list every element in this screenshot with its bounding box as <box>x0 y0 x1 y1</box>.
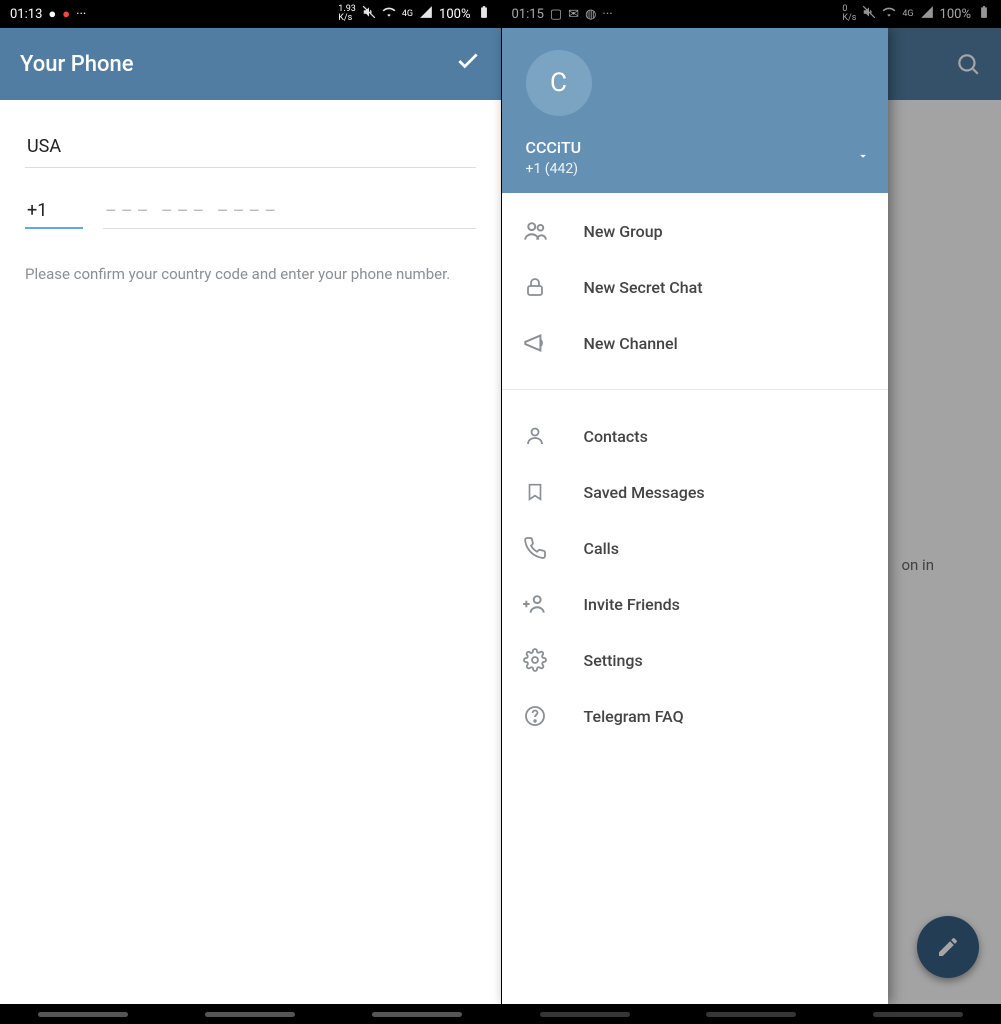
navigation-drawer: C CCCiTU +1 (442) New Group New Secret Ch… <box>502 28 888 1004</box>
appbar: Your Phone <box>0 28 501 100</box>
call-icon <box>522 535 548 561</box>
nav-recent[interactable] <box>38 1012 128 1017</box>
android-navbar <box>0 1004 501 1024</box>
hint-text: Please confirm your country code and ent… <box>25 263 476 286</box>
lock-icon <box>522 274 548 300</box>
menu-item-saved[interactable]: Saved Messages <box>502 464 888 520</box>
account-expand-button[interactable] <box>856 148 870 167</box>
mute-icon <box>362 5 376 23</box>
menu-item-label: New Channel <box>584 334 678 353</box>
menu-item-label: New Secret Chat <box>584 278 703 297</box>
menu-item-label: New Group <box>584 222 663 241</box>
menu-separator <box>502 389 888 390</box>
menu-item-invite[interactable]: Invite Friends <box>502 576 888 632</box>
nav-home[interactable] <box>205 1012 295 1017</box>
confirm-button[interactable] <box>455 48 481 80</box>
invite-icon <box>522 591 548 617</box>
menu-item-label: Saved Messages <box>584 483 705 502</box>
nav-back[interactable] <box>372 1012 462 1017</box>
channel-icon <box>522 330 548 356</box>
saved-icon <box>522 479 548 505</box>
status-app-icon: ● <box>48 6 56 22</box>
menu-item-settings[interactable]: Settings <box>502 632 888 688</box>
check-icon <box>455 48 481 74</box>
menu-item-group[interactable]: New Group <box>502 203 888 259</box>
menu-item-contact[interactable]: Contacts <box>502 408 888 464</box>
phone-number-input[interactable]: ––– ––– –––– <box>103 197 476 229</box>
menu-item-label: Calls <box>584 539 619 558</box>
appbar-title: Your Phone <box>20 52 133 77</box>
signal-icon: 4G <box>402 9 413 19</box>
phone-drawer-screen: 01:15 ▢ ✉ ◍ ··· 0 K/s 4G 100% <box>501 0 1001 1024</box>
country-code-input[interactable]: +1 <box>25 196 83 229</box>
chevron-down-icon <box>856 149 870 163</box>
contact-icon <box>522 423 548 449</box>
menu-item-channel[interactable]: New Channel <box>502 315 888 371</box>
drawer-menu: Contacts Saved Messages Calls Invite Friend… <box>502 398 888 754</box>
menu-item-help[interactable]: Telegram FAQ <box>502 688 888 744</box>
settings-icon <box>522 647 548 673</box>
help-icon <box>522 703 548 729</box>
status-app-icon: ● <box>62 6 70 22</box>
status-speed: 1.93 K/s <box>338 5 356 23</box>
drawer-menu: New Group New Secret Chat New Channel <box>502 193 888 381</box>
group-icon <box>522 218 548 244</box>
phone-login-screen: 01:13 ● ● ··· 1.93 K/s 4G 100% <box>0 0 501 1024</box>
status-more-icon: ··· <box>76 7 86 22</box>
statusbar: 01:13 ● ● ··· 1.93 K/s 4G 100% <box>0 0 501 28</box>
avatar[interactable]: C <box>526 50 592 116</box>
drawer-phone: +1 (442) <box>526 161 868 177</box>
wifi-icon <box>382 5 396 23</box>
menu-item-call[interactable]: Calls <box>502 520 888 576</box>
country-selector[interactable]: USA <box>25 130 476 168</box>
menu-item-lock[interactable]: New Secret Chat <box>502 259 888 315</box>
status-time: 01:13 <box>10 7 42 22</box>
drawer-username: CCCiTU <box>526 138 868 157</box>
battery-icon <box>477 5 491 23</box>
drawer-header[interactable]: C CCCiTU +1 (442) <box>502 28 888 193</box>
menu-item-label: Invite Friends <box>584 595 680 614</box>
signal-bars-icon <box>419 5 433 23</box>
menu-item-label: Contacts <box>584 427 648 446</box>
status-battery: 100% <box>439 7 470 22</box>
menu-item-label: Telegram FAQ <box>584 707 684 726</box>
menu-item-label: Settings <box>584 651 643 670</box>
